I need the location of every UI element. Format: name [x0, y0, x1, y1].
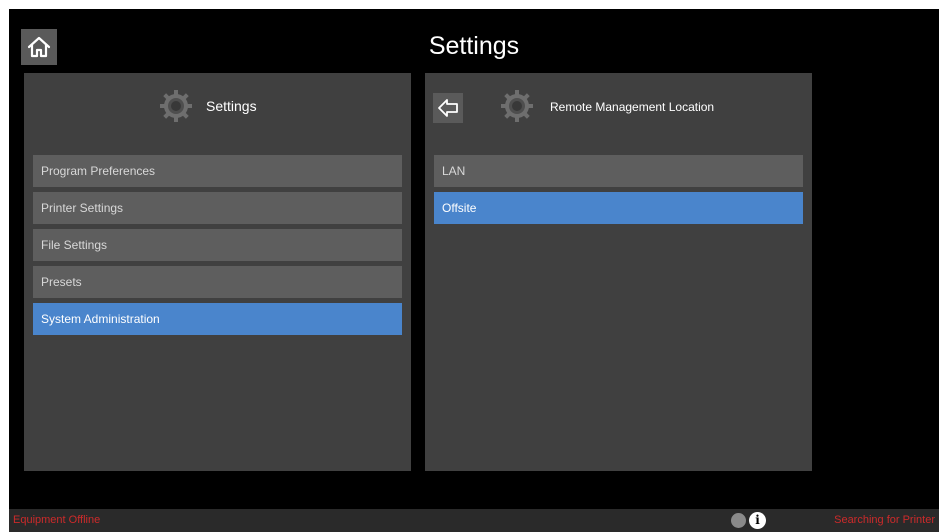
remote-management-menu: LAN Offsite [434, 155, 803, 229]
remote-management-panel: Remote Management Location LAN Offsite [425, 73, 812, 471]
equipment-status-text: Equipment Offline [13, 514, 101, 526]
page-title: Settings [428, 32, 520, 60]
settings-panel-title: Settings [206, 98, 257, 114]
gear-icon [160, 90, 192, 122]
connection-indicator-icon [731, 513, 746, 528]
menu-item-system-administration[interactable]: System Administration [33, 303, 402, 335]
menu-item-presets[interactable]: Presets [33, 266, 402, 298]
menu-item-printer-settings[interactable]: Printer Settings [33, 192, 402, 224]
menu-item-offsite[interactable]: Offsite [434, 192, 803, 224]
menu-item-program-preferences[interactable]: Program Preferences [33, 155, 402, 187]
remote-management-panel-title: Remote Management Location [550, 100, 715, 114]
back-arrow-icon [438, 99, 458, 117]
menu-item-file-settings[interactable]: File Settings [33, 229, 402, 261]
settings-screen: Settings Settings Program Preferences Pr… [9, 9, 939, 532]
remote-management-panel-header: Remote Management Location [425, 73, 812, 139]
status-bar: Equipment Offline i Searching for Printe… [9, 509, 939, 532]
printer-search-status-text: Searching for Printer [834, 514, 935, 526]
info-icon[interactable]: i [749, 512, 766, 529]
settings-panel-header: Settings [24, 73, 411, 139]
settings-panel: Settings Program Preferences Printer Set… [24, 73, 411, 471]
settings-menu: Program Preferences Printer Settings Fil… [33, 155, 402, 340]
back-button[interactable] [433, 93, 463, 123]
gear-icon [501, 90, 533, 122]
menu-item-lan[interactable]: LAN [434, 155, 803, 187]
